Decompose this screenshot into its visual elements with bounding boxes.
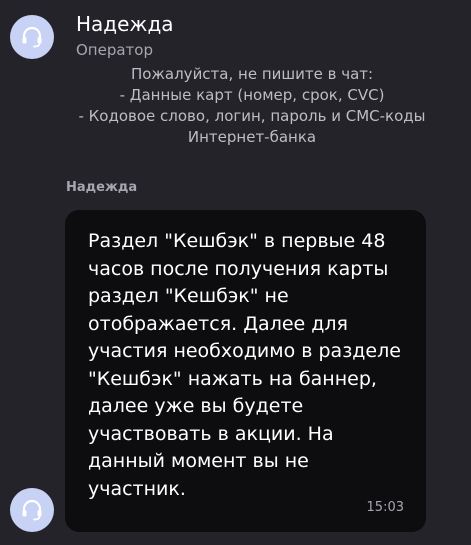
- message-line: далее уже вы будете: [88, 395, 304, 417]
- operator-name: Надежда: [76, 12, 174, 36]
- message-avatar: [10, 488, 54, 532]
- message-line: участия необходимо в разделе: [88, 340, 401, 362]
- operator-role: Оператор: [76, 41, 153, 59]
- message-line: участвовать в акции. На: [88, 422, 334, 445]
- message-line: раздел "Кешбэк" не: [88, 285, 289, 307]
- message-bubble: Раздел "Кешбэк" в первые 48 часов после …: [65, 210, 426, 532]
- message-line: данный момент вы не: [88, 450, 309, 472]
- operator-avatar: [10, 15, 54, 59]
- message-line: Раздел "Кешбэк" в первые 48: [88, 230, 386, 252]
- message-line: отображается. Далее для: [88, 312, 348, 335]
- message-sender-name: Надежда: [66, 180, 138, 195]
- chat-safety-notice: Пожалуйста, не пишите в чат: - Данные ка…: [50, 62, 454, 154]
- headset-icon: [22, 499, 42, 521]
- message-line: часов после получения карты: [88, 257, 389, 280]
- notice-line: Интернет-банка: [187, 128, 317, 146]
- notice-line: - Кодовое слово, логин, пароль и СМС-код…: [78, 107, 426, 125]
- notice-line: - Данные карт (номер, срок, CVC): [119, 86, 385, 104]
- notice-line: Пожалуйста, не пишите в чат:: [130, 65, 374, 83]
- headset-icon: [22, 26, 42, 48]
- message-line: "Кешбэк" нажать на баннер,: [88, 367, 377, 390]
- message-text: Раздел "Кешбэк" в первые 48 часов после …: [88, 228, 408, 503]
- message-timestamp: 15:03: [366, 500, 404, 515]
- message-line: участник.: [88, 477, 186, 500]
